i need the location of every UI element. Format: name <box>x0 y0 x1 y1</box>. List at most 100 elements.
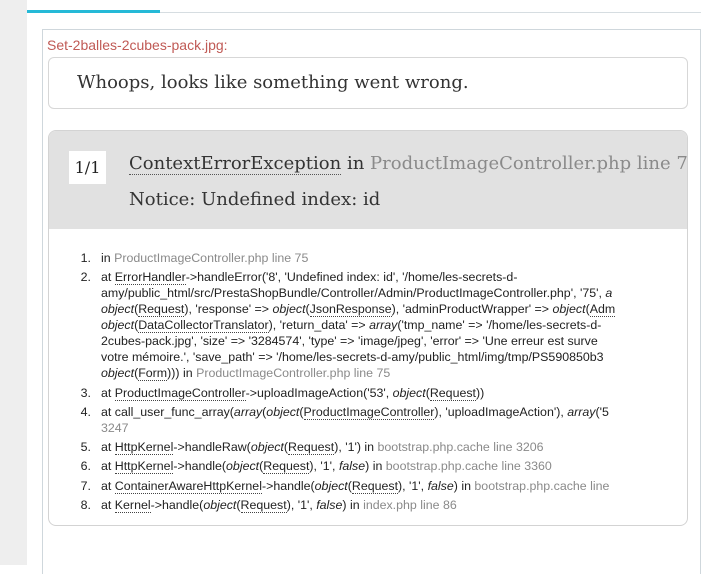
trace-item: 5. at HttpKernel->handleRaw(object(Reque… <box>77 439 687 456</box>
trace-class[interactable]: HttpKernel <box>114 459 174 475</box>
trace-class[interactable]: Request <box>138 302 185 318</box>
trace-number: 5. <box>80 440 91 455</box>
trace-line: 2cubes-pack.jpg', 'size' => '3284574', '… <box>101 334 598 349</box>
left-gutter <box>0 0 27 565</box>
trace-text: in <box>101 251 115 265</box>
trace-keyword: object <box>266 404 300 419</box>
trace-text: ) in <box>342 498 364 513</box>
image-filename: Set-2balles-2cubes-pack.jpg: <box>47 37 228 53</box>
trace-text: ), 'response' => <box>184 302 273 317</box>
trace-line: votre mémoire.', 'save_path' => '/home/l… <box>101 350 604 365</box>
trace-keyword: array <box>567 404 596 419</box>
exception-counter: 1/1 <box>69 151 106 184</box>
trace-text: ->handle( <box>150 498 204 513</box>
trace-text: amy/public_html/src/PrestaShopBundle/Con… <box>101 286 606 301</box>
trace-text: ) in <box>365 459 386 474</box>
trace-number: 6. <box>80 459 91 474</box>
trace-keyword: object <box>226 459 260 474</box>
trace-keyword: object <box>552 302 586 317</box>
trace-item: 6. at HttpKernel->handle(object(Request)… <box>77 458 687 475</box>
trace-class[interactable]: Request <box>240 498 287 514</box>
trace-keyword: object <box>101 366 135 381</box>
trace-class[interactable]: Request <box>351 478 399 494</box>
trace-keyword: object <box>250 440 284 455</box>
trace-location: bootstrap.php.cache line <box>474 478 610 493</box>
trace-class[interactable]: Request <box>429 385 476 401</box>
trace-number: 7. <box>80 478 91 493</box>
trace-line: object(Request), 'response' => object(Js… <box>101 302 616 318</box>
trace-line: amy/public_html/src/PrestaShopBundle/Con… <box>101 285 687 301</box>
exception-title: ContextErrorException in ProductImageCon… <box>129 153 688 175</box>
trace-text: at <box>101 459 115 474</box>
trace-text: ), '1', <box>398 478 428 493</box>
active-tab-indicator[interactable] <box>27 10 160 13</box>
trace-class[interactable]: Kernel <box>114 498 151 514</box>
trace-number: 8. <box>80 498 91 513</box>
trace-class[interactable]: Request <box>288 440 335 456</box>
trace-line: at ErrorHandler->handleError('8', 'Undef… <box>101 270 518 286</box>
trace-line: object(DataCollectorTranslator), 'return… <box>101 318 602 334</box>
trace-keyword: object <box>101 318 135 333</box>
trace-class[interactable]: ProductImageController <box>303 404 435 420</box>
trace-text: ->handle( <box>173 459 227 474</box>
exception-class[interactable]: ContextErrorException <box>129 153 342 175</box>
trace-item: 2. at ErrorHandler->handleError('8', 'Un… <box>77 269 687 382</box>
trace-item: 8. at Kernel->handle(object(Request), '1… <box>77 497 687 514</box>
trace-item: 1. in ProductImageController.php line 75 <box>77 250 687 266</box>
trace-text: at <box>101 478 115 493</box>
trace-text: ->uploadImageAction('53', <box>245 385 393 400</box>
trace-class[interactable]: Request <box>263 459 310 475</box>
trace-class[interactable]: Form <box>138 366 168 382</box>
error-summary-box: Whoops, looks like something went wrong. <box>48 57 688 109</box>
trace-text: ), '1', <box>286 498 317 513</box>
exception-header: 1/1 ContextErrorException in ProductImag… <box>49 131 687 229</box>
trace-class[interactable]: Adm <box>589 302 616 318</box>
trace-class[interactable]: JsonResponse <box>309 302 392 318</box>
trace-text: ))) in <box>167 366 197 381</box>
trace-number: 2. <box>80 270 91 285</box>
trace-text: ), 'uploadImageAction'), <box>434 404 568 419</box>
trace-keyword: object <box>314 478 348 493</box>
trace-location: 3247 <box>101 420 129 435</box>
whoops-message: Whoops, looks like something went wrong. <box>77 72 469 93</box>
trace-line: object(Form))) in ProductImageController… <box>101 366 391 382</box>
trace-text: )) <box>476 385 485 400</box>
trace-class[interactable]: ContainerAwareHttpKernel <box>114 478 262 494</box>
trace-text: ->handleRaw( <box>173 440 251 455</box>
trace-location: ProductImageController.php line 75 <box>196 366 391 381</box>
trace-class[interactable]: HttpKernel <box>114 440 174 456</box>
trace-keyword: object <box>203 498 237 513</box>
trace-class[interactable]: ProductImageController <box>114 385 246 401</box>
trace-number: 3. <box>80 385 91 400</box>
exception-message: Notice: Undefined index: id <box>129 189 381 210</box>
trace-keyword: object <box>272 302 306 317</box>
trace-class[interactable]: ErrorHandler <box>114 270 186 286</box>
trace-text: ->handle( <box>261 478 315 493</box>
trace-keyword: array <box>233 404 263 419</box>
trace-item: 4. at call_user_func_array(array(object(… <box>77 404 687 436</box>
exception-in-word: in <box>341 153 371 174</box>
trace-location: bootstrap.php.cache line 3360 <box>385 459 552 474</box>
trace-text: at <box>101 440 115 455</box>
trace-line: at call_user_func_array(array(object(Pro… <box>101 404 609 420</box>
trace-number: 1. <box>80 251 91 265</box>
trace-text: ), '1') in <box>334 440 378 455</box>
trace-text: ), '1', <box>309 459 339 474</box>
trace-text: at <box>101 498 115 513</box>
trace-text: ('tmp_name' => '/home/les-secrets-d- <box>397 318 602 333</box>
stack-trace: 1. in ProductImageController.php line 75… <box>77 250 687 516</box>
trace-class[interactable]: DataCollectorTranslator <box>138 318 269 334</box>
exception-location: ProductImageController.php line 75 <box>370 153 688 174</box>
trace-text: ('5 <box>595 404 609 419</box>
trace-number: 4. <box>80 404 91 419</box>
trace-keyword: false <box>338 459 366 474</box>
trace-keyword: array <box>369 318 398 333</box>
trace-text: ) in <box>453 478 475 493</box>
trace-item: 3. at ProductImageController->uploadImag… <box>77 385 687 401</box>
trace-item: 7. at ContainerAwareHttpKernel->handle(o… <box>77 478 687 494</box>
trace-text: ), 'return_data' => <box>268 318 370 333</box>
trace-text: at call_user_func_array( <box>101 404 234 419</box>
trace-text: ), 'adminProductWrapper' => <box>391 302 553 317</box>
trace-text: at <box>101 385 115 400</box>
trace-location: bootstrap.php.cache line 3206 <box>377 440 544 455</box>
